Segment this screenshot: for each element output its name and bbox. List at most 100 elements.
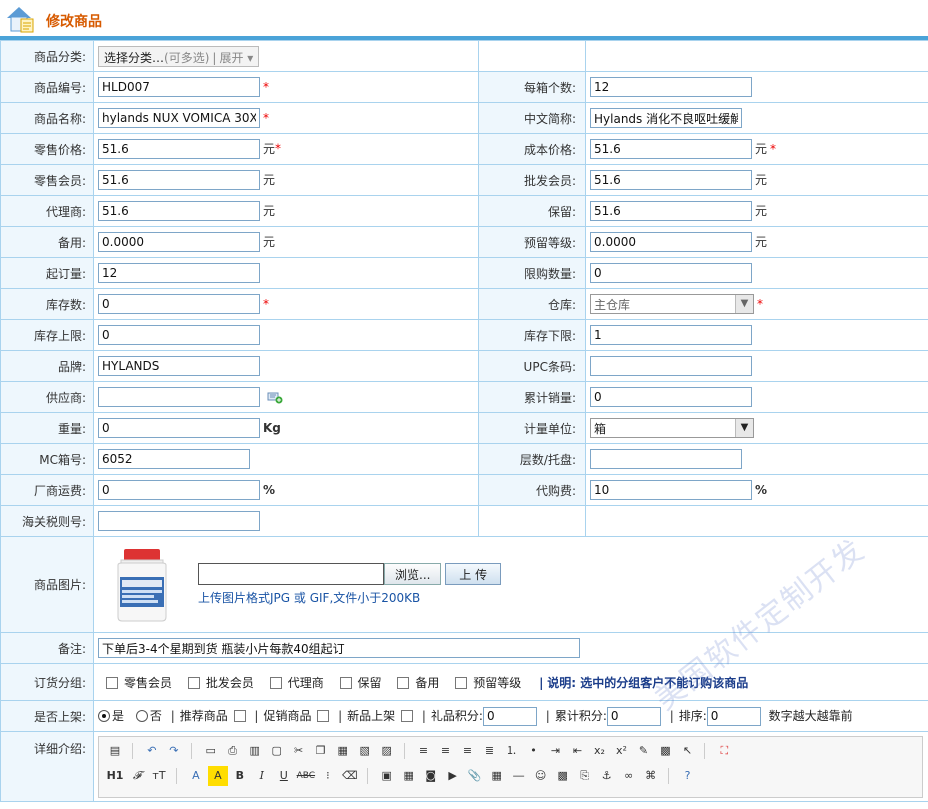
file-path-input[interactable] [198, 563, 384, 585]
promo-checkbox[interactable] [317, 710, 330, 722]
wholesale-member-input[interactable] [590, 170, 752, 190]
indent-icon[interactable]: ⇥ [545, 741, 565, 761]
gift-points-input[interactable] [482, 706, 537, 726]
align-center-icon[interactable]: ≡ [435, 741, 455, 761]
group-checkbox[interactable] [106, 677, 118, 689]
eraser-icon[interactable]: ⌫ [340, 766, 360, 786]
spare-input[interactable] [98, 232, 260, 252]
group-checkbox[interactable] [269, 677, 282, 689]
box-count-input[interactable] [590, 77, 752, 97]
clear-format-icon[interactable]: ✎ [633, 741, 653, 761]
new-checkbox[interactable] [401, 710, 414, 722]
mc-box-input[interactable] [98, 449, 250, 469]
shelf-no-radio[interactable] [135, 710, 148, 722]
media-icon[interactable]: ▶ [443, 766, 463, 786]
superscript-icon[interactable]: x² [611, 741, 631, 761]
category-expand[interactable]: 展开 [219, 51, 243, 65]
subscript-icon[interactable]: x₂ [589, 741, 609, 761]
hr-icon[interactable]: ― [509, 766, 529, 786]
multi-image-icon[interactable]: ▦ [399, 766, 419, 786]
line-height-icon[interactable]: ⁝ [318, 766, 338, 786]
upload-button[interactable]: 上 传 [445, 563, 502, 585]
retail-member-input[interactable] [98, 170, 260, 190]
stock-min-input[interactable] [590, 325, 752, 345]
paste-text-icon[interactable]: ▧ [355, 741, 375, 761]
align-right-icon[interactable]: ≡ [457, 741, 477, 761]
stock-max-input[interactable] [98, 325, 260, 345]
source-icon[interactable]: ▤ [105, 741, 125, 761]
total-sales-input[interactable] [590, 387, 752, 407]
anchor-icon[interactable]: ⚓ [597, 766, 617, 786]
image-icon[interactable]: ▣ [377, 766, 397, 786]
sort-input[interactable] [706, 706, 761, 726]
pointer-icon[interactable]: ↖ [677, 741, 697, 761]
stock-input[interactable] [98, 294, 260, 314]
redo-icon[interactable]: ↷ [164, 741, 184, 761]
preview-icon[interactable]: ▭ [201, 741, 221, 761]
unlink-icon[interactable]: ⌘ [641, 766, 661, 786]
hs-code-input[interactable] [98, 511, 260, 531]
group-checkbox[interactable] [455, 677, 468, 689]
align-left-icon[interactable]: ≡ [413, 741, 433, 761]
cn-short-input[interactable] [590, 108, 742, 128]
heading-icon[interactable]: H1 [105, 766, 125, 786]
copy-icon[interactable]: ❐ [311, 741, 331, 761]
highlight-icon[interactable]: A [207, 766, 228, 786]
underline-icon[interactable]: U [274, 766, 294, 786]
outdent-icon[interactable]: ⇤ [567, 741, 587, 761]
group-checkbox[interactable] [187, 677, 200, 689]
agent-input[interactable] [98, 201, 260, 221]
print-icon[interactable]: ⎙ [223, 741, 243, 761]
weight-input[interactable] [98, 418, 260, 438]
group-checkbox[interactable] [339, 677, 352, 689]
select-category-button[interactable]: 选择分类…(可多选) | 展开 ▾ [98, 45, 260, 67]
shelf-yes-radio[interactable] [98, 710, 110, 722]
align-justify-icon[interactable]: ≣ [479, 741, 499, 761]
browse-button[interactable]: 浏览... [384, 563, 442, 585]
table-icon[interactable]: ▦ [487, 766, 507, 786]
brand-input[interactable] [98, 356, 260, 376]
freight-input[interactable] [98, 480, 260, 500]
add-supplier-icon[interactable] [267, 390, 283, 404]
strikethrough-icon[interactable]: ABC [296, 766, 316, 786]
cost-price-input[interactable] [590, 139, 752, 159]
group-checkbox[interactable] [397, 677, 410, 689]
name-input[interactable] [98, 108, 260, 128]
acc-points-input[interactable] [606, 706, 661, 726]
font-color-icon[interactable]: A [186, 766, 206, 786]
paste-word-icon[interactable]: ▨ [377, 741, 397, 761]
upc-input[interactable] [590, 356, 752, 376]
cut-icon[interactable]: ✂ [289, 741, 309, 761]
template-icon[interactable]: ▥ [245, 741, 265, 761]
select-all-icon[interactable]: ▩ [655, 741, 675, 761]
font-family-icon[interactable]: 𝓕 [127, 766, 147, 786]
retail-price-input[interactable] [98, 139, 260, 159]
emoticon-icon[interactable]: ☺ [531, 766, 551, 786]
font-size-icon[interactable]: тT [149, 766, 169, 786]
supplier-input[interactable] [98, 387, 260, 407]
page-break-icon[interactable]: ⎘ [575, 766, 595, 786]
flash-icon[interactable]: ◙ [421, 766, 441, 786]
bold-icon[interactable]: B [230, 766, 250, 786]
min-order-input[interactable] [98, 263, 260, 283]
code-icon[interactable]: ▢ [267, 741, 287, 761]
code-input[interactable] [98, 77, 260, 97]
link-icon[interactable]: ∞ [619, 766, 639, 786]
paste-icon[interactable]: ▦ [333, 741, 353, 761]
reserve-input[interactable] [590, 201, 752, 221]
attachment-icon[interactable]: 📎 [465, 766, 485, 786]
map-icon[interactable]: ▩ [553, 766, 573, 786]
undo-icon[interactable]: ↶ [142, 741, 162, 761]
purchase-limit-input[interactable] [590, 263, 752, 283]
measure-unit-select[interactable]: 箱 ▼ [590, 418, 754, 438]
purchase-fee-input[interactable] [590, 480, 752, 500]
unordered-list-icon[interactable]: • [523, 741, 543, 761]
ordered-list-icon[interactable]: ⒈ [501, 741, 521, 761]
recommend-checkbox[interactable] [233, 710, 246, 722]
warehouse-select[interactable]: 主仓库 ▼ [590, 294, 754, 314]
remark-input[interactable] [98, 638, 580, 658]
help-icon[interactable]: ? [677, 766, 697, 786]
italic-icon[interactable]: I [252, 766, 272, 786]
layers-input[interactable] [590, 449, 742, 469]
fullscreen-icon[interactable]: ⛶ [714, 741, 734, 761]
